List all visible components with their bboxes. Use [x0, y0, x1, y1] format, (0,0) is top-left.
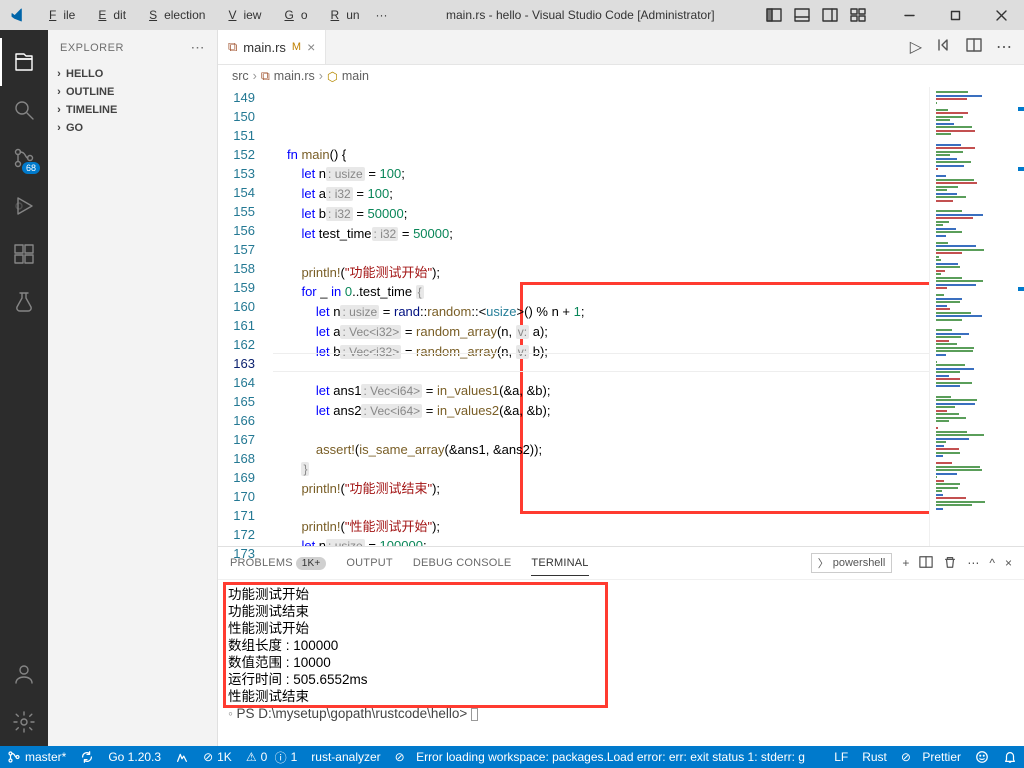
status-notifications[interactable]: ⊘1K [196, 746, 239, 768]
chevron-right-icon: › [52, 86, 66, 98]
activity-explorer[interactable] [0, 38, 48, 86]
activity-debug[interactable] [0, 182, 48, 230]
terminal-icon: 〉 [818, 555, 829, 571]
activity-search[interactable] [0, 86, 48, 134]
status-eol[interactable]: LF [827, 746, 855, 768]
sidebar-section-go[interactable]: ›GO [48, 119, 217, 137]
status-prettier[interactable]: ⊘ Prettier [894, 746, 968, 768]
status-go-version[interactable]: Go 1.20.3 [101, 746, 168, 768]
maximize-panel-icon[interactable]: ^ [989, 556, 995, 570]
chevron-right-icon: › [52, 68, 66, 80]
panel-tab-debug[interactable]: DEBUG CONSOLE [413, 551, 512, 575]
layout-sidebar-right-icon[interactable] [822, 7, 838, 23]
section-label: GO [66, 122, 83, 134]
code-editor[interactable]: fn main() { let n: usize = 100; let a: i… [273, 87, 929, 546]
activity-account[interactable] [0, 650, 48, 698]
line-number-gutter[interactable]: 1491501511521531541551561571581591601611… [218, 87, 273, 546]
new-terminal-icon[interactable]: + [902, 556, 909, 570]
layout-customize-icon[interactable] [850, 7, 866, 23]
menu-selection[interactable]: Selection [135, 4, 212, 26]
activity-settings[interactable] [0, 698, 48, 746]
menu-go[interactable]: Go [270, 4, 314, 26]
menu-file[interactable]: File [35, 4, 82, 26]
breadcrumb-item[interactable]: main [342, 69, 369, 83]
tab-main-rs[interactable]: ⧉ main.rs M × [218, 30, 326, 64]
chevron-right-icon: › [52, 104, 66, 116]
titlebar: File Edit Selection View Go Run ··· main… [0, 0, 1024, 30]
activity-testing[interactable] [0, 278, 48, 326]
explorer-sidebar: EXPLORER ⋯ ›HELLO ›OUTLINE ›TIMELINE ›GO [48, 30, 218, 746]
section-label: TIMELINE [66, 104, 117, 116]
explorer-more-icon[interactable]: ⋯ [191, 39, 206, 56]
explorer-header: EXPLORER ⋯ [48, 30, 217, 65]
more-actions-icon[interactable]: ⋯ [996, 37, 1012, 57]
menu-view[interactable]: View [214, 4, 268, 26]
menu-edit[interactable]: Edit [84, 4, 133, 26]
status-branch[interactable]: master* [0, 746, 73, 768]
breadcrumb-item[interactable]: main.rs [274, 69, 315, 83]
menu-more[interactable]: ··· [369, 4, 395, 26]
layout-sidebar-left-icon[interactable] [766, 7, 782, 23]
terminal-prompt: PS D:\mysetup\gopath\rustcode\hello> [237, 706, 468, 721]
status-bell-icon[interactable] [996, 746, 1024, 768]
editor-tabs: ⧉ main.rs M × ▷ ⋯ [218, 30, 1024, 65]
menu-bar: File Edit Selection View Go Run ··· [35, 4, 395, 26]
status-go-build-icon[interactable] [168, 746, 196, 768]
section-label: HELLO [66, 68, 103, 80]
status-sync[interactable] [73, 746, 101, 768]
window-close[interactable] [978, 0, 1024, 30]
debug-step-icon[interactable] [936, 37, 952, 58]
tab-label: main.rs [243, 40, 286, 55]
tab-modified-badge: M [292, 41, 301, 53]
split-terminal-icon[interactable] [919, 555, 933, 572]
activity-bar: 68 [0, 30, 48, 746]
sidebar-section-outline[interactable]: ›OUTLINE [48, 83, 217, 101]
panel-tab-terminal[interactable]: TERMINAL [531, 551, 588, 576]
layout-panel-icon[interactable] [794, 7, 810, 23]
window-title: main.rs - hello - Visual Studio Code [Ad… [395, 8, 766, 22]
more-terminal-icon[interactable]: ⋯ [967, 556, 979, 570]
panel-tabs: PROBLEMS1K+ OUTPUT DEBUG CONSOLE TERMINA… [218, 547, 1024, 580]
chevron-right-icon: › [253, 69, 257, 83]
prompt-icon: ◦ [228, 706, 237, 721]
close-icon[interactable]: × [307, 39, 315, 55]
terminal-body[interactable]: 功能测试开始功能测试结束性能测试开始数组长度 : 100000数值范围 : 10… [218, 580, 1024, 746]
status-feedback-icon[interactable] [968, 746, 996, 768]
split-editor-icon[interactable] [966, 37, 982, 58]
status-bar: master* Go 1.20.3 ⊘1K ⚠ 0 ⓘ 1 rust-analy… [0, 746, 1024, 768]
run-icon[interactable]: ▷ [910, 37, 922, 57]
menu-run[interactable]: Run [317, 4, 367, 26]
activity-scm[interactable]: 68 [0, 134, 48, 182]
problems-count-badge: 1K+ [296, 557, 327, 570]
chevron-right-icon: › [52, 122, 66, 134]
status-language[interactable]: Rust [855, 746, 894, 768]
vscode-icon [0, 7, 35, 23]
sidebar-section-hello[interactable]: ›HELLO [48, 65, 217, 83]
terminal-shell-selector[interactable]: 〉powershell [811, 553, 893, 573]
breadcrumb-item[interactable]: src [232, 69, 249, 83]
kill-terminal-icon[interactable] [943, 555, 957, 572]
editor-area: ⧉ main.rs M × ▷ ⋯ src › ⧉ main.rs › ⬡ ma… [218, 30, 1024, 746]
section-label: OUTLINE [66, 86, 114, 98]
window-minimize[interactable] [886, 0, 932, 30]
rust-file-icon: ⧉ [228, 39, 237, 55]
terminal-cursor [471, 708, 478, 721]
close-panel-icon[interactable]: × [1005, 556, 1012, 570]
sidebar-section-timeline[interactable]: ›TIMELINE [48, 101, 217, 119]
symbol-function-icon: ⬡ [327, 69, 338, 84]
bottom-panel: PROBLEMS1K+ OUTPUT DEBUG CONSOLE TERMINA… [218, 546, 1024, 746]
panel-tab-output[interactable]: OUTPUT [346, 551, 392, 575]
chevron-right-icon: › [319, 69, 323, 83]
activity-extensions[interactable] [0, 230, 48, 278]
editor-actions: ▷ ⋯ [898, 30, 1024, 64]
scm-badge: 68 [22, 162, 40, 174]
rust-file-icon: ⧉ [261, 69, 270, 84]
explorer-title: EXPLORER [60, 42, 124, 54]
breadcrumb[interactable]: src › ⧉ main.rs › ⬡ main [218, 65, 1024, 87]
status-problems[interactable]: ⚠ 0 ⓘ 1 [239, 746, 304, 768]
status-rust-analyzer[interactable]: rust-analyzer [304, 746, 387, 768]
window-maximize[interactable] [932, 0, 978, 30]
minimap[interactable] [929, 87, 1024, 546]
status-error-message[interactable]: ⊘ Error loading workspace: packages.Load… [388, 746, 812, 768]
